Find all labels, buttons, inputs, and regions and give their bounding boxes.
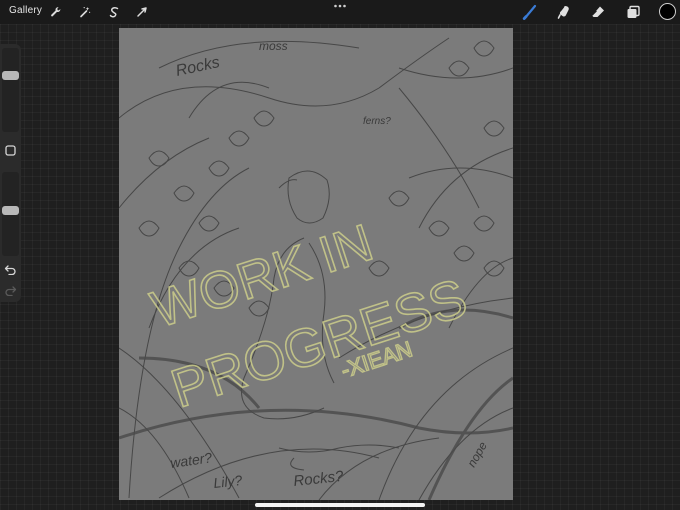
more-options-icon[interactable] (333, 2, 347, 10)
left-sidebar (0, 44, 21, 302)
top-toolbar: Gallery (0, 0, 680, 24)
magic-wand-icon[interactable] (77, 4, 93, 20)
brush-icon[interactable] (520, 2, 540, 22)
gallery-button[interactable]: Gallery (9, 5, 42, 16)
note-lily: Lily? (213, 472, 244, 491)
undo-icon[interactable] (4, 263, 17, 275)
color-picker-swatch[interactable] (659, 3, 676, 20)
brush-size-knob[interactable] (2, 70, 19, 80)
drawing-canvas[interactable]: Rocks moss ferns? water? Lily? Rocks? no… (119, 28, 513, 500)
wrench-icon[interactable] (48, 4, 64, 20)
opacity-knob[interactable] (2, 205, 19, 215)
modify-button-icon[interactable] (5, 145, 16, 156)
note-ferns: ferns? (363, 116, 391, 127)
selection-icon[interactable] (106, 4, 122, 20)
brush-size-slider[interactable] (2, 48, 19, 132)
note-moss: moss (259, 39, 288, 53)
eraser-icon[interactable] (588, 2, 608, 22)
transform-icon[interactable] (134, 4, 150, 20)
smudge-icon[interactable] (554, 2, 574, 22)
redo-icon[interactable] (4, 284, 17, 296)
sketch-artwork: Rocks moss ferns? water? Lily? Rocks? no… (119, 28, 513, 500)
layers-icon[interactable] (623, 2, 643, 22)
home-indicator[interactable] (255, 503, 425, 507)
